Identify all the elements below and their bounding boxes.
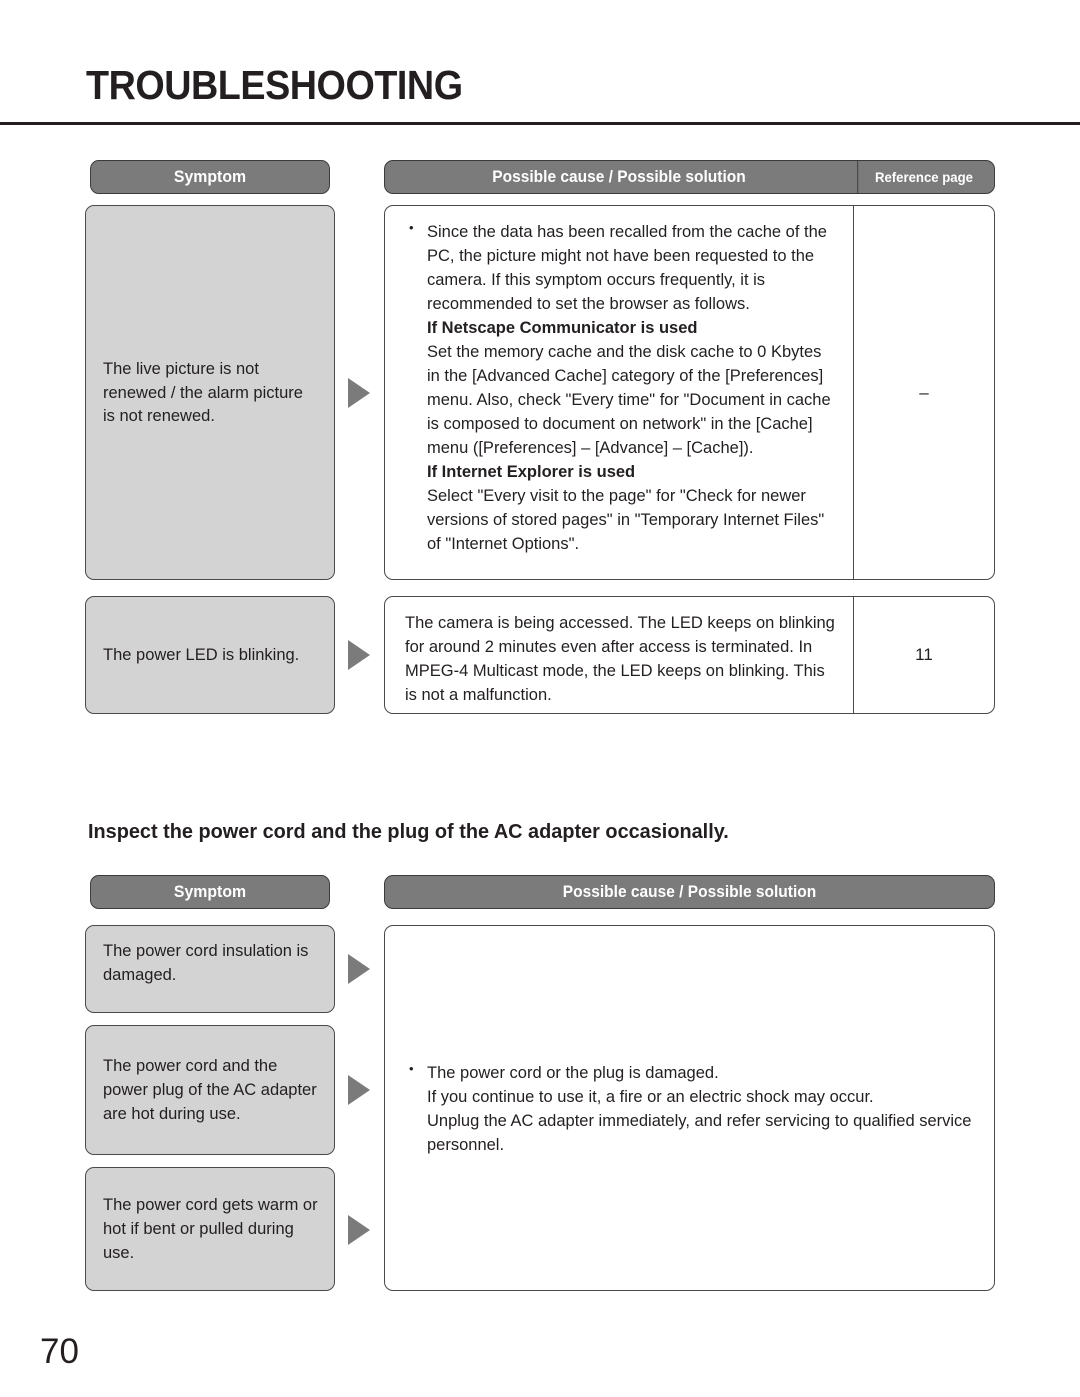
table2-symptom-3: The power cord gets warm or hot if bent …: [85, 1167, 335, 1291]
table1-header-symptom: Symptom: [90, 160, 330, 194]
table1-row1-subbody-netscape: Set the memory cache and the disk cache …: [427, 343, 831, 457]
table1-row2-solution: The camera is being accessed. The LED ke…: [385, 597, 853, 713]
table2-header-cause: Possible cause / Possible solution: [562, 882, 817, 901]
table2-solution-bullet: The power cord or the plug is damaged.: [405, 1060, 976, 1085]
arrow-right-icon: [348, 378, 370, 408]
table1-row2-symptom: The power LED is blinking.: [85, 596, 335, 714]
table1-row1-symptom-text: The live picture is not renewed / the al…: [103, 359, 303, 426]
table2-solution: The power cord or the plug is damaged. I…: [385, 926, 994, 1290]
table2-header-bar: Possible cause / Possible solution: [384, 875, 995, 909]
table1-row1-reference: –: [853, 206, 994, 579]
title-divider: [0, 122, 1080, 125]
table1-row1-subbody-ie: Select "Every visit to the page" for "Ch…: [427, 487, 825, 553]
table1-row1-subhead-ie: If Internet Explorer is used: [427, 463, 636, 481]
table1-row1-subhead-netscape: If Netscape Communicator is used: [427, 319, 698, 337]
table1-row1-solution: Since the data has been recalled from th…: [385, 206, 853, 579]
table2-header-symptom: Symptom: [90, 875, 330, 909]
table2-symptom-2: The power cord and the power plug of the…: [85, 1025, 335, 1155]
table2-symptom-2-text: The power cord and the power plug of the…: [103, 1057, 317, 1123]
page-title: TROUBLESHOOTING: [86, 62, 463, 108]
table2-symptom-3-text: The power cord gets warm or hot if bent …: [103, 1196, 318, 1262]
table1-header-bar: Possible cause / Possible solution Refer…: [384, 160, 995, 194]
table2-solution-line2: If you continue to use it, a fire or an …: [427, 1088, 874, 1106]
table1-row2-symptom-text: The power LED is blinking.: [103, 646, 300, 665]
table1-row1-bullet: Since the data has been recalled from th…: [405, 219, 835, 316]
arrow-right-icon: [348, 1075, 370, 1105]
table2-solution-line3: Unplug the AC adapter immediately, and r…: [427, 1112, 972, 1154]
arrow-right-icon: [348, 954, 370, 984]
table2-symptom-1-text: The power cord insulation is damaged.: [103, 942, 309, 984]
arrow-right-icon: [348, 640, 370, 670]
section-heading: Inspect the power cord and the plug of t…: [88, 820, 729, 843]
table1-row2-content: The camera is being accessed. The LED ke…: [384, 596, 995, 714]
table2-content: The power cord or the plug is damaged. I…: [384, 925, 995, 1291]
table1-row2-reference: 11: [853, 597, 994, 713]
table1-row1-symptom: The live picture is not renewed / the al…: [85, 205, 335, 580]
table1-row1-content: Since the data has been recalled from th…: [384, 205, 995, 580]
arrow-right-icon: [348, 1215, 370, 1245]
table1-header-reference: Reference page: [857, 161, 990, 193]
page-number: 70: [40, 1332, 79, 1371]
table2-symptom-1: The power cord insulation is damaged.: [85, 925, 335, 1013]
table1-header-cause: Possible cause / Possible solution: [492, 167, 746, 186]
table1-row2-solution-text: The camera is being accessed. The LED ke…: [405, 614, 835, 704]
